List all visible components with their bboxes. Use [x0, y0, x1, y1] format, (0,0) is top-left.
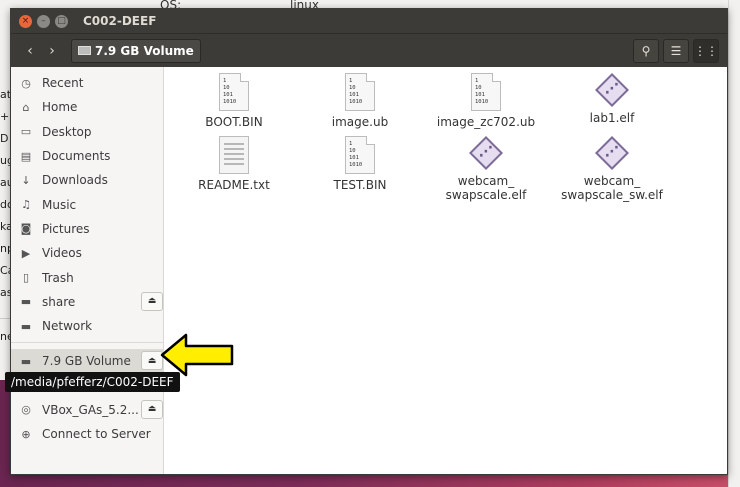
sidebar-item-connect-to-server[interactable]: ⊕ Connect to Server	[11, 422, 163, 446]
titlebar: × – □ C002-DEEF	[11, 9, 727, 33]
file-name: TEST.BIN	[333, 178, 387, 192]
sidebar-item-label: Videos	[42, 246, 82, 261]
file-item[interactable]: README.txt	[179, 136, 289, 192]
path-label: 7.9 GB Volume	[95, 43, 194, 58]
file-item[interactable]: 1 10 101 1010 TEST.BIN	[305, 136, 415, 192]
toolbar: ‹ › 7.9 GB Volume ⚲ ☰ ⋮⋮	[11, 33, 727, 67]
close-button[interactable]: ×	[19, 14, 32, 28]
file-item[interactable]: ⋰ webcam_ swapscale_sw.elf	[557, 136, 667, 202]
sidebar-item-label: Trash	[42, 270, 74, 285]
file-name: webcam_ swapscale_sw.elf	[561, 174, 663, 202]
sidebar-item-downloads[interactable]: ↓ Downloads	[11, 168, 163, 192]
file-item[interactable]: 1 10 101 1010 BOOT.BIN	[179, 73, 289, 129]
drive-icon: ▬	[20, 295, 32, 309]
sidebar-item-label: Network	[42, 319, 93, 334]
sidebar-item-desktop[interactable]: ▭ Desktop	[11, 120, 163, 144]
sidebar-item-network[interactable]: ▬ Network	[11, 314, 163, 338]
file-name: README.txt	[198, 178, 270, 192]
documents-icon: ▤	[20, 149, 32, 163]
file-item[interactable]: ⋰ webcam_ swapscale.elf	[431, 136, 541, 202]
window-title: C002-DEEF	[83, 14, 157, 28]
drive-icon	[78, 46, 91, 55]
maximize-button[interactable]: □	[55, 14, 68, 28]
minimize-button[interactable]: –	[37, 14, 50, 28]
sidebar-item-home[interactable]: ⌂ Home	[11, 95, 163, 119]
executable-file-icon: ⋰	[595, 136, 629, 170]
sidebar-divider	[11, 342, 163, 344]
network-icon: ▬	[20, 319, 32, 333]
sidebar-item-pictures[interactable]: ◙ Pictures	[11, 217, 163, 241]
sidebar-item-label: Documents	[42, 149, 111, 164]
sidebar-item-music[interactable]: ♫ Music	[11, 192, 163, 216]
sidebar-item-label: Downloads	[42, 173, 108, 188]
clock-icon: ◷	[21, 76, 31, 90]
grid-view-button[interactable]: ⋮⋮	[693, 38, 719, 63]
list-view-button[interactable]: ☰	[663, 38, 689, 63]
binary-file-icon: 1 10 101 1010	[219, 73, 249, 111]
executable-file-icon: ⋰	[469, 136, 503, 170]
video-icon: ▶	[21, 246, 31, 260]
sidebar-item-vbox-gas[interactable]: ◎ VBox_GAs_5.2... ⏏	[11, 398, 163, 422]
sidebar: ◷ Recent ⌂ Home ▭ Desktop ▤ Documents ↓ …	[11, 67, 164, 474]
eject-share-button[interactable]: ⏏	[141, 291, 163, 311]
path-bar-button[interactable]: 7.9 GB Volume	[71, 38, 201, 63]
sidebar-item-label: Recent	[42, 76, 84, 91]
drive-icon: ▬	[20, 354, 32, 368]
sidebar-item-label: VBox_GAs_5.2...	[42, 402, 139, 417]
file-name: webcam_ swapscale.elf	[445, 174, 527, 202]
background-right-window	[728, 0, 740, 487]
trash-icon: ▯	[22, 271, 30, 285]
sidebar-item-label: Home	[42, 100, 78, 115]
sidebar-item-documents[interactable]: ▤ Documents	[11, 144, 163, 168]
file-name: image.ub	[331, 115, 389, 129]
desktop-icon: ▭	[20, 125, 32, 139]
executable-file-icon: ⋰	[595, 73, 629, 107]
back-button[interactable]: ‹	[19, 40, 41, 62]
sidebar-item-trash[interactable]: ▯ Trash	[11, 265, 163, 289]
sidebar-item-label: 7.9 GB Volume	[42, 354, 131, 369]
sidebar-item-label: Connect to Server	[42, 427, 151, 441]
file-name: image_zc702.ub	[436, 115, 536, 129]
sidebar-item-label: Music	[42, 197, 77, 212]
file-item[interactable]: ⋰ lab1.elf	[557, 73, 667, 125]
file-item[interactable]: 1 10 101 1010 image.ub	[305, 73, 415, 129]
eject-vbox-button[interactable]: ⏏	[141, 399, 163, 419]
server-icon: ⊕	[21, 427, 31, 441]
music-icon: ♫	[21, 198, 31, 212]
file-grid: 1 10 101 1010 BOOT.BIN 1 10 101 1010 ima…	[164, 67, 727, 474]
sidebar-item-share[interactable]: ▬ share ⏏	[11, 290, 163, 314]
binary-file-icon: 1 10 101 1010	[345, 136, 375, 174]
home-icon: ⌂	[22, 100, 30, 114]
sidebar-item-label: Pictures	[42, 221, 90, 236]
path-tooltip: /media/pfefferz/C002-DEEF	[5, 372, 180, 392]
search-button[interactable]: ⚲	[633, 38, 659, 63]
sidebar-item-videos[interactable]: ▶ Videos	[11, 241, 163, 265]
forward-button[interactable]: ›	[41, 40, 63, 62]
file-item[interactable]: 1 10 101 1010 image_zc702.ub	[431, 73, 541, 129]
binary-file-icon: 1 10 101 1010	[471, 73, 501, 111]
sidebar-item-recent[interactable]: ◷ Recent	[11, 71, 163, 95]
sidebar-item-label: Desktop	[42, 124, 92, 139]
file-name: BOOT.BIN	[205, 115, 263, 129]
download-icon: ↓	[21, 173, 31, 187]
annotation-arrow	[160, 333, 234, 377]
camera-icon: ◙	[20, 222, 32, 236]
text-file-icon	[219, 136, 249, 174]
sidebar-item-label: share	[42, 294, 76, 309]
file-name: lab1.elf	[589, 111, 635, 125]
sidebar-item-7-9-gb-volume[interactable]: ▬ 7.9 GB Volume ⏏	[11, 349, 163, 374]
disc-icon: ◎	[21, 403, 31, 417]
binary-file-icon: 1 10 101 1010	[345, 73, 375, 111]
file-manager-window: × – □ C002-DEEF ‹ › 7.9 GB Volume ⚲ ☰ ⋮⋮…	[10, 8, 728, 475]
